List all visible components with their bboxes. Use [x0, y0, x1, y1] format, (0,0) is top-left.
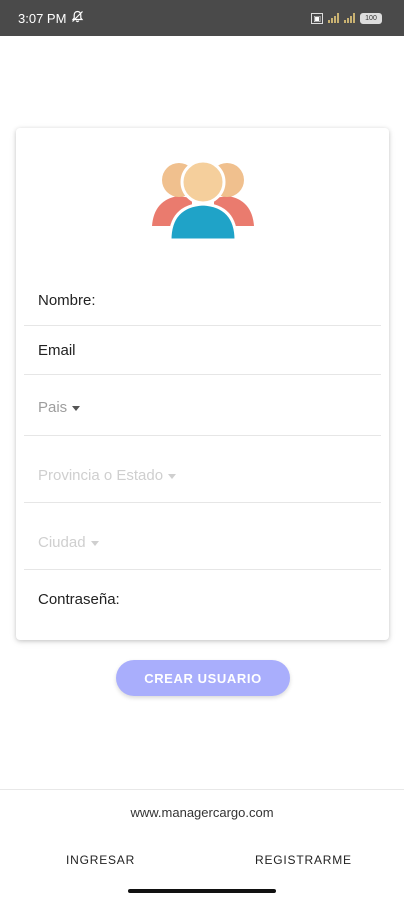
status-bar: 3:07 PM ▣ 100: [0, 0, 404, 36]
email-label: Email: [38, 342, 76, 359]
ciudad-label: Ciudad: [38, 534, 99, 551]
status-time: 3:07 PM: [18, 10, 67, 26]
status-right: ▣ 100: [311, 12, 382, 24]
chevron-down-icon: [72, 405, 81, 411]
footer-url[interactable]: www.managercargo.com: [0, 805, 404, 820]
mute-icon: [71, 10, 84, 26]
provincia-label: Provincia o Estado: [38, 467, 177, 484]
signal-4g-icon: [344, 13, 355, 23]
email-field[interactable]: Email: [24, 327, 381, 375]
battery-icon: 100: [360, 12, 382, 24]
footer-divider: [0, 789, 404, 790]
signup-screen: 3:07 PM ▣ 100 Nombre: Email Pais Provinc…: [0, 0, 404, 900]
ingresar-link[interactable]: INGRESAR: [66, 853, 135, 867]
provincia-label-text: Provincia o Estado: [38, 467, 164, 484]
chevron-down-icon: [90, 540, 99, 546]
crear-usuario-button[interactable]: CREAR USUARIO: [116, 660, 290, 696]
home-indicator[interactable]: [128, 889, 276, 893]
users-group-icon: [148, 154, 258, 244]
chevron-down-icon: [168, 473, 177, 479]
ciudad-label-text: Ciudad: [38, 534, 86, 551]
contrasena-label: Contraseña:: [38, 591, 120, 608]
signal-icon: [328, 13, 339, 23]
sim-icon: ▣: [311, 12, 323, 24]
provincia-select[interactable]: Provincia o Estado: [24, 437, 381, 503]
signup-form-card: Nombre: Email Pais Provincia o Estado Ci…: [16, 128, 389, 640]
pais-label-text: Pais: [38, 399, 68, 416]
nombre-field[interactable]: Nombre:: [24, 278, 381, 326]
contrasena-field[interactable]: Contraseña:: [24, 571, 381, 631]
ciudad-select[interactable]: Ciudad: [24, 504, 381, 570]
pais-select[interactable]: Pais: [24, 376, 381, 436]
registrarme-link[interactable]: REGISTRARME: [255, 853, 352, 867]
pais-label: Pais: [38, 399, 81, 416]
status-left: 3:07 PM: [18, 10, 84, 26]
nombre-label: Nombre:: [38, 292, 96, 309]
